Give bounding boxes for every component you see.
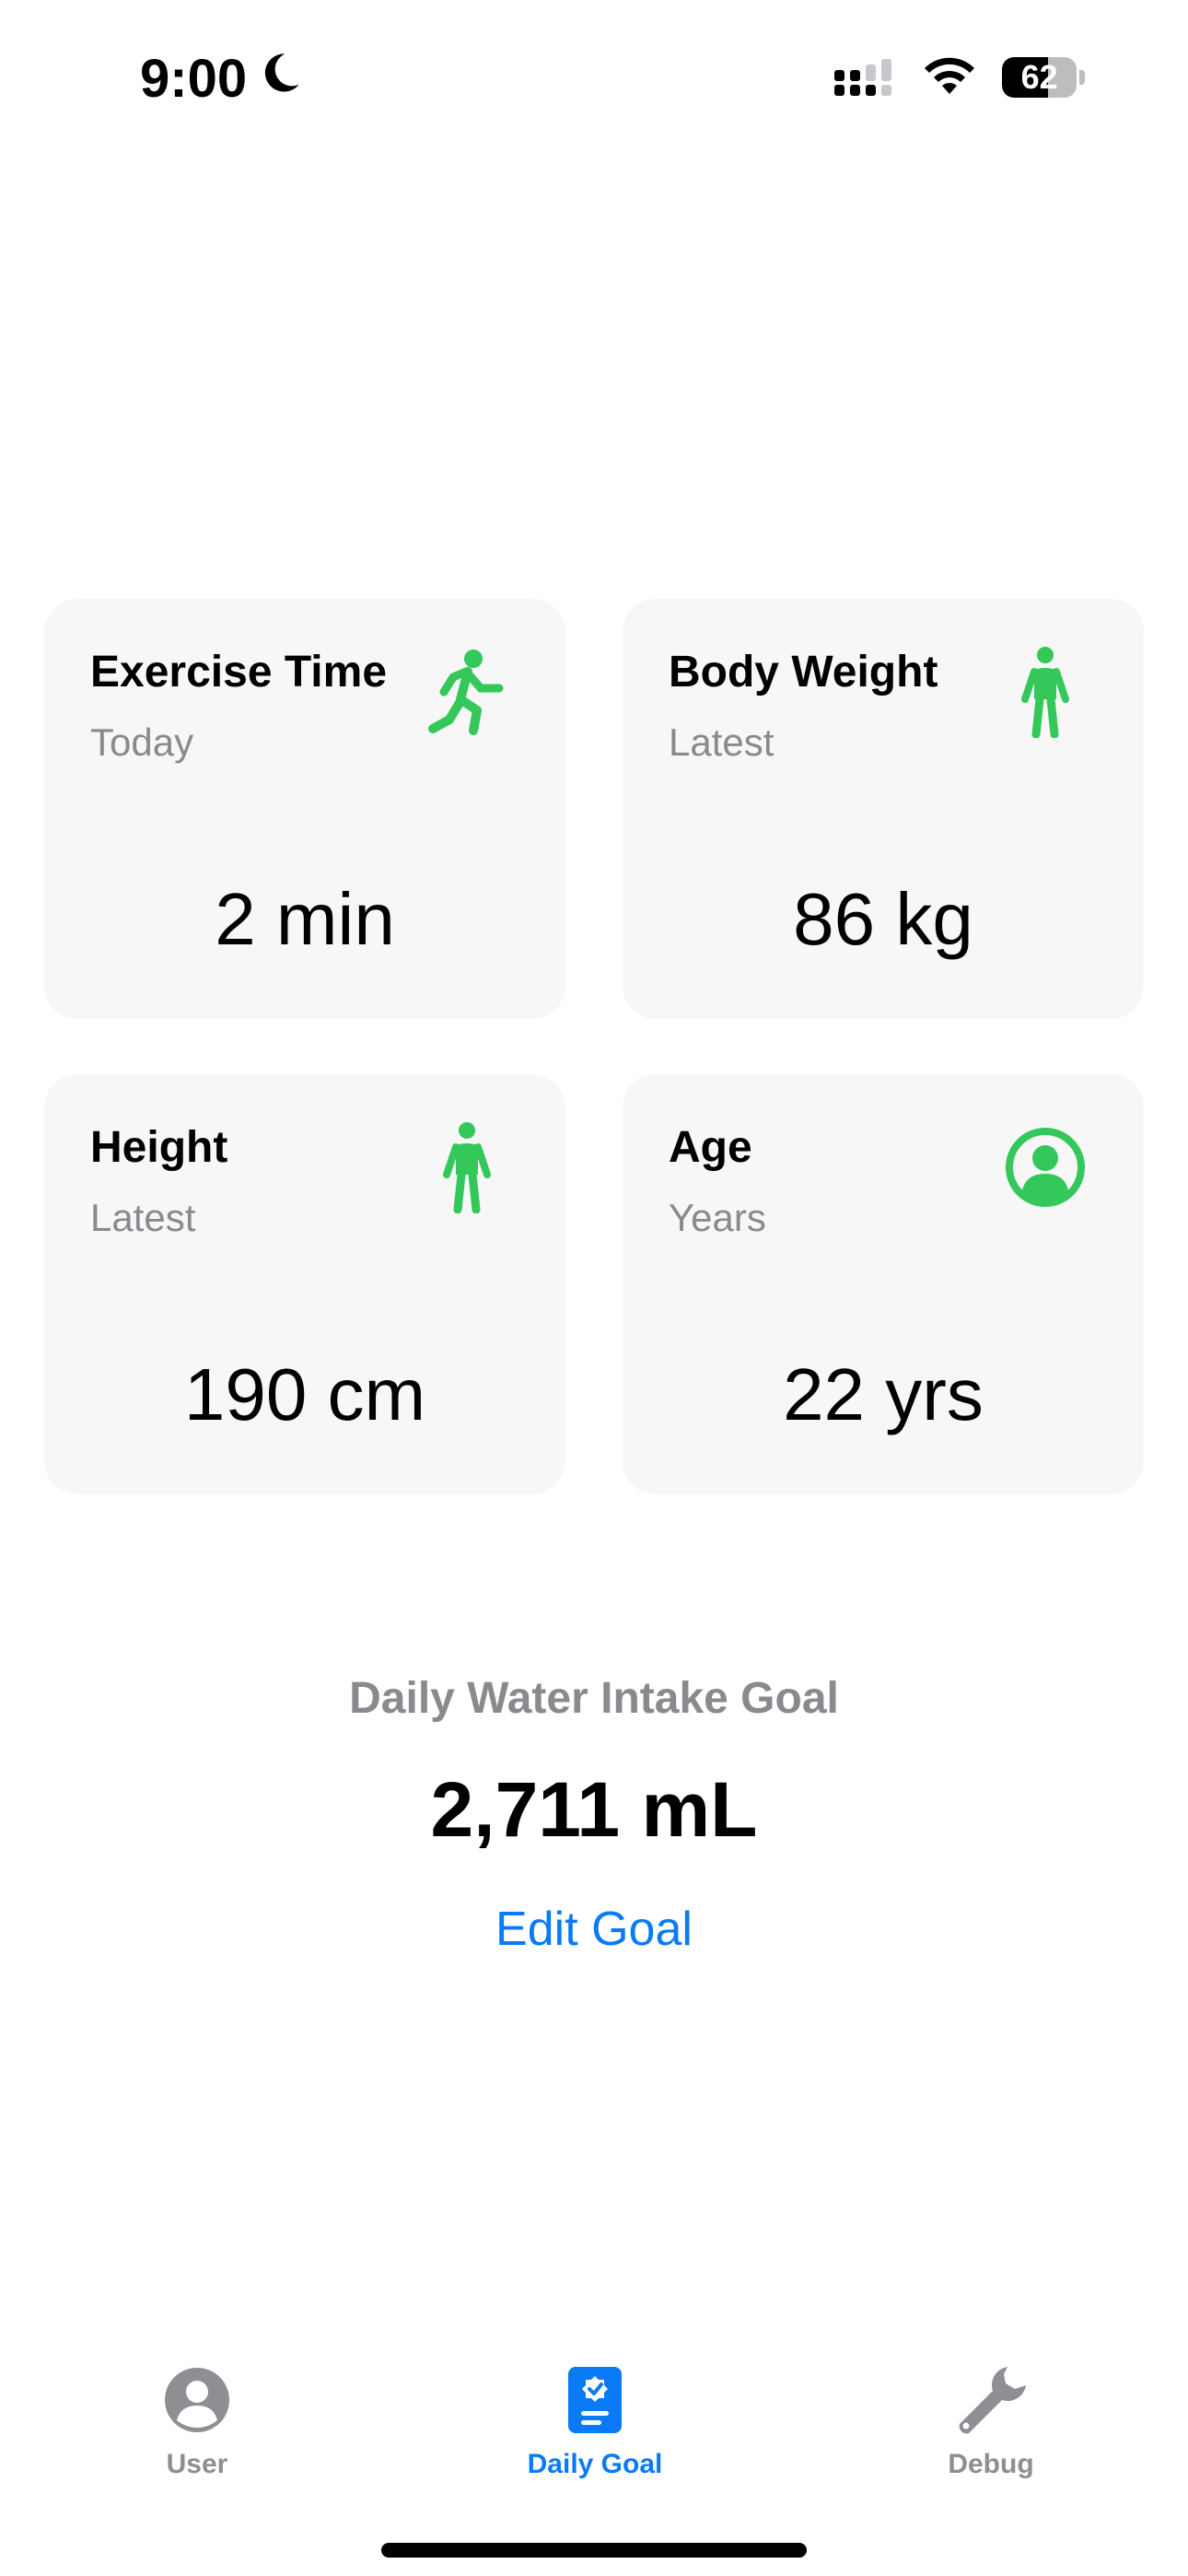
daily-goal-screen: 9:00 62 Exercise Time Today 2 min Body W… <box>0 0 1188 2576</box>
edit-goal-button[interactable]: Edit Goal <box>0 1902 1188 1957</box>
tab-bar: User Daily Goal Debug <box>0 2340 1188 2488</box>
card-subtitle: Today <box>90 720 194 764</box>
moon-icon <box>256 48 304 110</box>
tab-debug-label: Debug <box>948 2449 1034 2479</box>
wifi-icon <box>921 57 978 98</box>
person-circle-icon <box>995 1117 1096 1218</box>
height-card: Height Latest 190 cm <box>44 1074 565 1494</box>
card-value: 86 kg <box>793 878 973 960</box>
age-card: Age Years 22 yrs <box>623 1074 1144 1494</box>
card-subtitle: Latest <box>90 1196 196 1239</box>
card-value: 22 yrs <box>783 1353 984 1435</box>
status-time-text: 9:00 <box>140 49 248 109</box>
exercise-time-card: Exercise Time Today 2 min <box>44 599 565 1019</box>
status-indicators: 62 <box>833 57 1085 98</box>
status-bar: 9:00 62 <box>0 0 1188 157</box>
card-subtitle: Years <box>669 1196 766 1239</box>
battery-level: 62 <box>1020 58 1058 96</box>
wrench-icon <box>949 2359 1032 2441</box>
card-title: Age <box>669 1123 752 1172</box>
battery-icon: 62 <box>1002 57 1085 98</box>
tab-debug[interactable]: Debug <box>853 2359 1129 2480</box>
card-subtitle: Latest <box>669 720 775 764</box>
tab-daily-goal-label: Daily Goal <box>527 2449 663 2479</box>
card-title: Exercise Time <box>90 648 388 697</box>
tab-user-label: User <box>166 2449 228 2479</box>
card-title: Body Weight <box>669 648 938 697</box>
person-circle-icon <box>156 2359 239 2441</box>
cellular-signal-icon <box>833 57 897 98</box>
standing-figure-icon <box>995 641 1096 743</box>
body-weight-card: Body Weight Latest 86 kg <box>623 599 1144 1019</box>
goal-document-icon <box>553 2359 636 2441</box>
water-goal-value: 2,711 mL <box>430 1766 758 1853</box>
tab-daily-goal[interactable]: Daily Goal <box>457 2359 733 2480</box>
standing-figure-icon <box>416 1117 518 1218</box>
running-figure-icon <box>416 641 518 743</box>
card-title: Height <box>90 1123 228 1172</box>
status-time: 9:00 <box>140 48 304 110</box>
tab-user[interactable]: User <box>59 2359 335 2480</box>
water-goal-label: Daily Water Intake Goal <box>349 1674 839 1723</box>
home-indicator <box>381 2543 807 2558</box>
card-value: 2 min <box>215 878 395 960</box>
card-value: 190 cm <box>183 1353 426 1435</box>
